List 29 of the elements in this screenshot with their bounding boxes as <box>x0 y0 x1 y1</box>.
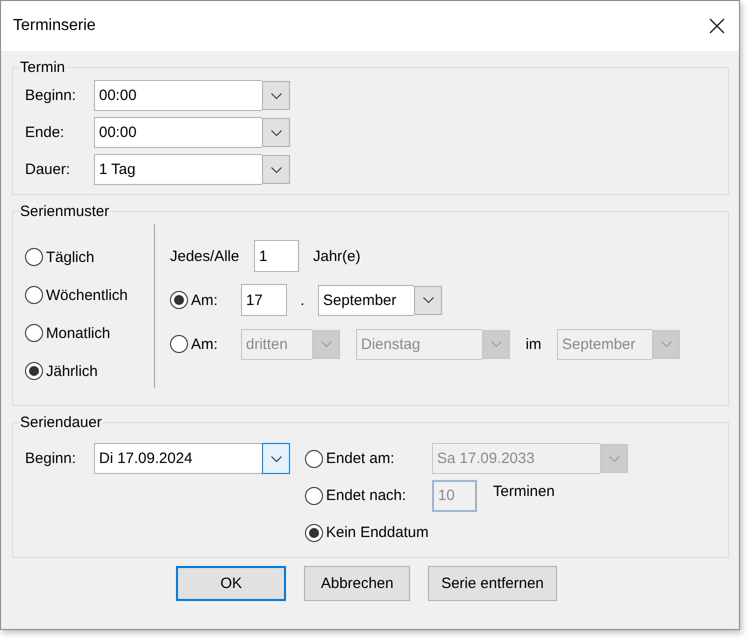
dialog-button[interactable]: Serie entfernen <box>428 566 557 601</box>
interval-label: Jedes/Alle <box>170 248 240 264</box>
interval-field[interactable]: 1 <box>254 240 299 272</box>
unit-label: Jahr(e) <box>313 248 361 264</box>
dropdown-field[interactable]: 1 Tag <box>94 154 262 185</box>
dialog-button[interactable]: Abbrechen <box>304 566 410 601</box>
group-title: Termin <box>19 59 66 76</box>
separator-label: . <box>299 292 306 308</box>
field-label: Dauer: <box>25 161 72 178</box>
dropdown-field[interactable]: 00:00 <box>94 117 262 148</box>
unit-label: Terminen <box>493 483 555 500</box>
field-label: Ende: <box>25 124 66 141</box>
radio-label[interactable]: Kein Enddatum <box>326 524 429 541</box>
dropdown-field[interactable]: Di 17.09.2024 <box>94 443 262 474</box>
group-title: Serienmuster <box>19 203 110 220</box>
radio-label[interactable]: Wöchentlich <box>46 286 128 304</box>
radio-label[interactable]: Am: <box>191 292 218 308</box>
day-field[interactable]: 17 <box>241 284 287 316</box>
dialog-button[interactable]: OK <box>176 566 286 601</box>
radio-label[interactable]: Täglich <box>46 248 94 266</box>
field-label: Beginn: <box>25 87 77 104</box>
group-title: Seriendauer <box>19 414 103 431</box>
dropdown-field[interactable]: 00:00 <box>94 80 262 111</box>
window-title: Terminserie <box>13 17 96 35</box>
dropdown-field[interactable]: September <box>318 284 414 316</box>
radio-label[interactable]: Monatlich <box>46 324 110 342</box>
field-label: Beginn: <box>25 449 77 469</box>
radio-label[interactable]: Jährlich <box>46 362 98 380</box>
in-label: im <box>524 336 542 352</box>
